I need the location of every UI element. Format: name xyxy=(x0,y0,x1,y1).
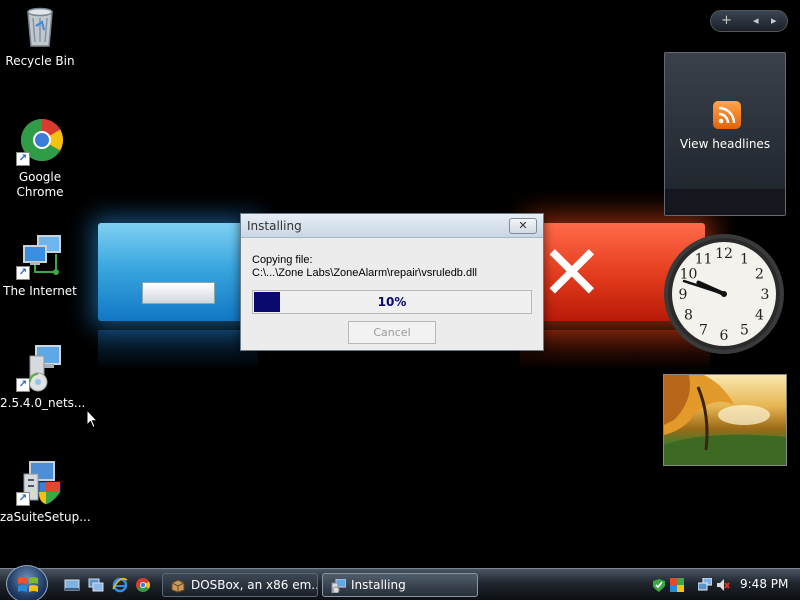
clock-number: 11 xyxy=(695,251,713,267)
chrome-icon: ↗ xyxy=(16,118,64,166)
recycle-bin-icon xyxy=(16,2,64,50)
clock-number: 1 xyxy=(740,251,749,267)
feed-headlines-gadget[interactable]: View headlines xyxy=(664,52,786,216)
desktop-icon-label: zaSuiteSetup... xyxy=(0,510,91,524)
copying-file-path: C:\...\Zone Labs\ZoneAlarm\repair\vsrule… xyxy=(252,267,477,279)
prev-gadget-button[interactable]: ◂ xyxy=(753,14,759,27)
desktop-icon-label: Google Chrome xyxy=(16,170,64,199)
progress-bar: 10% xyxy=(252,290,532,314)
desktop-icon-google-chrome[interactable]: ↗ Google Chrome xyxy=(0,118,80,200)
switch-windows-icon[interactable] xyxy=(88,577,104,593)
dialog-titlebar[interactable]: Installing ✕ xyxy=(241,214,543,238)
taskbar-item-dosbox[interactable]: DOSBox, an x86 em... xyxy=(162,573,318,597)
taskbar-clock[interactable]: 9:48 PM xyxy=(740,577,788,591)
desktop-icon-recycle-bin[interactable]: Recycle Bin xyxy=(0,2,80,69)
cancel-button[interactable]: Cancel xyxy=(348,321,436,344)
desktop-icon-the-internet[interactable]: ↗ The Internet xyxy=(0,232,80,299)
clock-number: 8 xyxy=(684,308,693,324)
internet-explorer-icon[interactable] xyxy=(112,577,128,593)
next-gadget-button[interactable]: ▸ xyxy=(771,14,777,27)
clock-number: 6 xyxy=(720,328,729,344)
desktop-icon-label: 2.5.4.0_nets... xyxy=(0,396,86,410)
desktop-icon-zasuitesetup[interactable]: ↗ zaSuiteSetup... xyxy=(0,458,91,525)
taskbar: DOSBox, an x86 em... Installing 9:48 PM xyxy=(0,565,800,600)
system-tray: 9:48 PM xyxy=(644,572,800,598)
wallpaper-reflection xyxy=(98,330,258,370)
security-shield-tray-icon[interactable] xyxy=(652,577,666,592)
installer-icon xyxy=(330,578,347,594)
shortcut-arrow-icon: ↗ xyxy=(16,266,30,280)
taskbar-item-installing[interactable]: Installing xyxy=(322,573,478,597)
shortcut-arrow-icon: ↗ xyxy=(16,152,30,166)
desktop-icon-netsetup[interactable]: ↗ 2.5.4.0_nets... xyxy=(0,344,86,411)
clock-number: 4 xyxy=(755,308,764,324)
installing-dialog: Installing ✕ Copying file: C:\...\Zone L… xyxy=(240,213,544,351)
wallpaper-blue-panel xyxy=(98,223,258,321)
clock-number: 10 xyxy=(680,267,698,283)
rss-icon xyxy=(713,101,741,129)
start-button[interactable] xyxy=(6,565,48,600)
progress-percent-text: 10% xyxy=(377,295,407,309)
sidebar-controls: + ◂ ▸ xyxy=(710,10,788,32)
desktop-icon-label: Recycle Bin xyxy=(5,54,75,68)
clock-number: 9 xyxy=(679,287,688,303)
network-tray-icon[interactable] xyxy=(697,577,713,591)
chrome-icon[interactable] xyxy=(135,577,151,593)
windows-logo-icon xyxy=(18,577,38,592)
slideshow-gadget[interactable] xyxy=(663,374,787,466)
installer-icon: ↗ xyxy=(16,344,64,392)
taskbar-item-label: Installing xyxy=(351,578,406,592)
feed-strip xyxy=(665,189,785,215)
clock-number: 2 xyxy=(755,267,764,283)
wallpaper-x-glyph: ✕ xyxy=(540,228,604,317)
dosbox-icon xyxy=(170,578,186,593)
setup-icon: ↗ xyxy=(16,458,64,506)
volume-muted-tray-icon[interactable] xyxy=(716,577,730,591)
desktop-icon-label: The Internet xyxy=(3,284,77,298)
mouse-cursor-icon xyxy=(86,408,99,433)
dialog-title: Installing xyxy=(247,219,302,233)
taskbar-item-label: DOSBox, an x86 em... xyxy=(191,578,318,592)
add-gadget-button[interactable]: + xyxy=(721,13,732,28)
dialog-message: Copying file: C:\...\Zone Labs\ZoneAlarm… xyxy=(252,254,477,280)
clock-number: 5 xyxy=(740,323,749,339)
wallpaper-minus-bar xyxy=(142,282,215,304)
copying-file-label: Copying file: xyxy=(252,254,313,266)
clock-number: 7 xyxy=(699,323,708,339)
clock-number: 3 xyxy=(761,287,770,303)
show-desktop-icon[interactable] xyxy=(64,577,80,593)
clock-gadget[interactable]: 1 2 3 4 5 6 7 8 9 10 11 12 xyxy=(662,232,786,356)
clock-number: 12 xyxy=(715,246,733,262)
zonealarm-tray-icon[interactable] xyxy=(670,577,684,592)
dialog-close-button[interactable]: ✕ xyxy=(509,218,537,234)
internet-icon: ↗ xyxy=(16,232,64,280)
view-headlines-link[interactable]: View headlines xyxy=(665,137,785,151)
shortcut-arrow-icon: ↗ xyxy=(16,378,30,392)
shortcut-arrow-icon: ↗ xyxy=(16,492,30,506)
